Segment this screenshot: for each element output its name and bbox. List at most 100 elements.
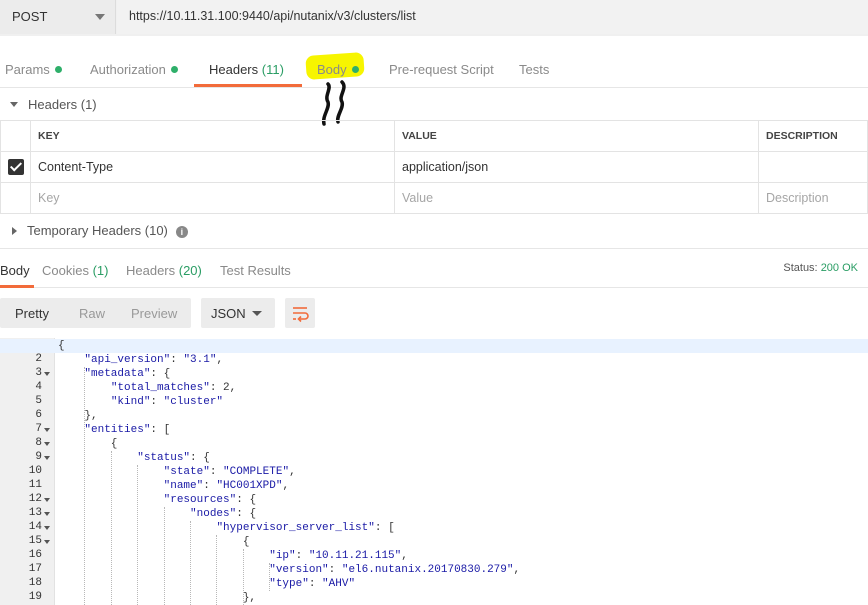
indent-guide (242, 549, 244, 605)
tab-label: Test Results (220, 263, 291, 278)
code-text: "type": "AHV" (269, 578, 356, 590)
code-line (0, 339, 868, 353)
tab-authorization[interactable]: Authorization (90, 62, 178, 77)
tab-label: Headers (126, 263, 179, 278)
wrap-lines-button[interactable] (285, 298, 315, 328)
chevron-down-icon (95, 14, 105, 20)
tab-count: (20) (178, 263, 202, 278)
value-input[interactable]: Value (394, 182, 759, 214)
tab-headers[interactable]: Headers (11) (209, 62, 284, 77)
code-text: { (58, 536, 250, 548)
header-key-cell[interactable]: Content-Type (30, 151, 395, 183)
caret-right-icon (12, 227, 17, 235)
tab-label: Cookies (42, 263, 93, 278)
indent-guide (190, 521, 191, 605)
code-text: "api_version": "3.1", (84, 354, 224, 366)
column-header-value: VALUE (394, 120, 759, 152)
response-tabs: Body Cookies (1) Headers (20) Test Resul… (0, 248, 868, 288)
format-button-group: Pretty Raw Preview (0, 298, 191, 328)
tab-response-headers[interactable]: Headers (20) (126, 263, 202, 278)
chevron-down-icon (252, 311, 262, 316)
section-title: Headers (1) (28, 97, 97, 112)
wrap-icon (293, 307, 309, 323)
row-checkbox-cell (0, 151, 31, 183)
tab-body[interactable]: Body (317, 62, 359, 77)
response-status: Status: 200 OK (783, 262, 858, 274)
key-input[interactable]: Key (30, 182, 395, 214)
format-select[interactable]: JSON (201, 298, 275, 328)
code-text: }, (58, 410, 98, 422)
indent-guide (84, 367, 86, 605)
status-dot (170, 66, 178, 73)
tab-label: Headers (209, 62, 262, 77)
tab-tests[interactable]: Tests (519, 62, 549, 77)
section-title: Temporary Headers (10) (27, 223, 168, 238)
code-text: { (58, 438, 118, 450)
tab-pre-request-script[interactable]: Pre-request Script (389, 62, 494, 77)
table-row-new: Key Value Description (0, 182, 868, 214)
tab-response-body[interactable]: Body (0, 263, 30, 278)
preview-button[interactable]: Preview (131, 306, 177, 321)
headers-section-toggle[interactable]: Headers (1) (0, 97, 97, 112)
tab-count: (11) (261, 62, 284, 77)
header-description-cell[interactable] (758, 151, 868, 183)
caret-down-icon (10, 102, 18, 107)
code-text: "entities": [ (84, 424, 171, 436)
indent-guide (216, 535, 218, 605)
code-text: "state": "COMPLETE", (163, 466, 296, 478)
code-text: "nodes": { (190, 508, 257, 520)
checkbox-column-header (0, 120, 31, 152)
status-value: 200 OK (820, 262, 858, 274)
column-header-key: KEY (30, 120, 395, 152)
raw-button[interactable]: Raw (79, 306, 105, 321)
code-text: "kind": "cluster" (110, 396, 224, 408)
headers-table: KEY VALUE DESCRIPTION Content-Type appli… (0, 120, 868, 214)
tab-params[interactable]: Params (5, 62, 62, 77)
description-input[interactable]: Description (758, 182, 868, 214)
tab-label: Body (0, 263, 30, 278)
format-select-label: JSON (211, 306, 246, 321)
request-bar: POST https://10.11.31.100:9440/api/nutan… (0, 0, 868, 36)
tab-label: Params (5, 62, 50, 77)
code-text: { (58, 340, 65, 352)
code-text: "metadata": { (84, 368, 171, 380)
pretty-button[interactable]: Pretty (15, 306, 49, 321)
table-row: Content-Type application/json (0, 151, 868, 183)
tab-count: (1) (92, 263, 109, 278)
header-value-cell[interactable]: application/json (394, 151, 759, 183)
tab-cookies[interactable]: Cookies (1) (42, 263, 108, 278)
tab-label: Body (317, 62, 347, 77)
code-text: "hypervisor_server_list": [ (216, 522, 395, 534)
row-checkbox-cell (0, 182, 31, 214)
status-dot (54, 66, 62, 73)
table-header-row: KEY VALUE DESCRIPTION (0, 120, 868, 152)
tab-label: Authorization (90, 62, 166, 77)
indent-guide (110, 451, 112, 605)
response-body-editor[interactable]: 12345678910111213141516171819 { "api_ver… (0, 338, 868, 605)
url-text: https://10.11.31.100:9440/api/nutanix/v3… (129, 9, 416, 23)
tab-test-results[interactable]: Test Results (220, 263, 291, 278)
info-icon[interactable]: i (175, 226, 188, 238)
method-label: POST (12, 9, 48, 24)
code-text: }, (58, 592, 257, 604)
url-input[interactable]: https://10.11.31.100:9440/api/nutanix/v3… (117, 0, 868, 34)
method-select[interactable]: POST (0, 0, 116, 34)
checkbox[interactable] (7, 159, 24, 175)
code-text: "version": "el6.nutanix.20170830.279", (269, 564, 521, 576)
column-header-description: DESCRIPTION (758, 120, 868, 152)
code-text: "resources": { (163, 494, 257, 506)
tab-label: Pre-request Script (389, 62, 494, 77)
active-tab-indicator (194, 84, 302, 87)
code-text: "name": "HC001XPD", (163, 480, 290, 492)
code-text: "status": { (137, 452, 210, 464)
active-tab-indicator (0, 285, 34, 288)
status-label: Status: (783, 262, 818, 274)
temporary-headers-toggle[interactable]: Temporary Headers (10) i (0, 223, 188, 238)
indent-guide (269, 563, 271, 591)
status-dot (351, 66, 359, 73)
indent-guide (137, 465, 139, 605)
tab-label: Tests (519, 62, 550, 77)
indent-guide (163, 507, 165, 605)
